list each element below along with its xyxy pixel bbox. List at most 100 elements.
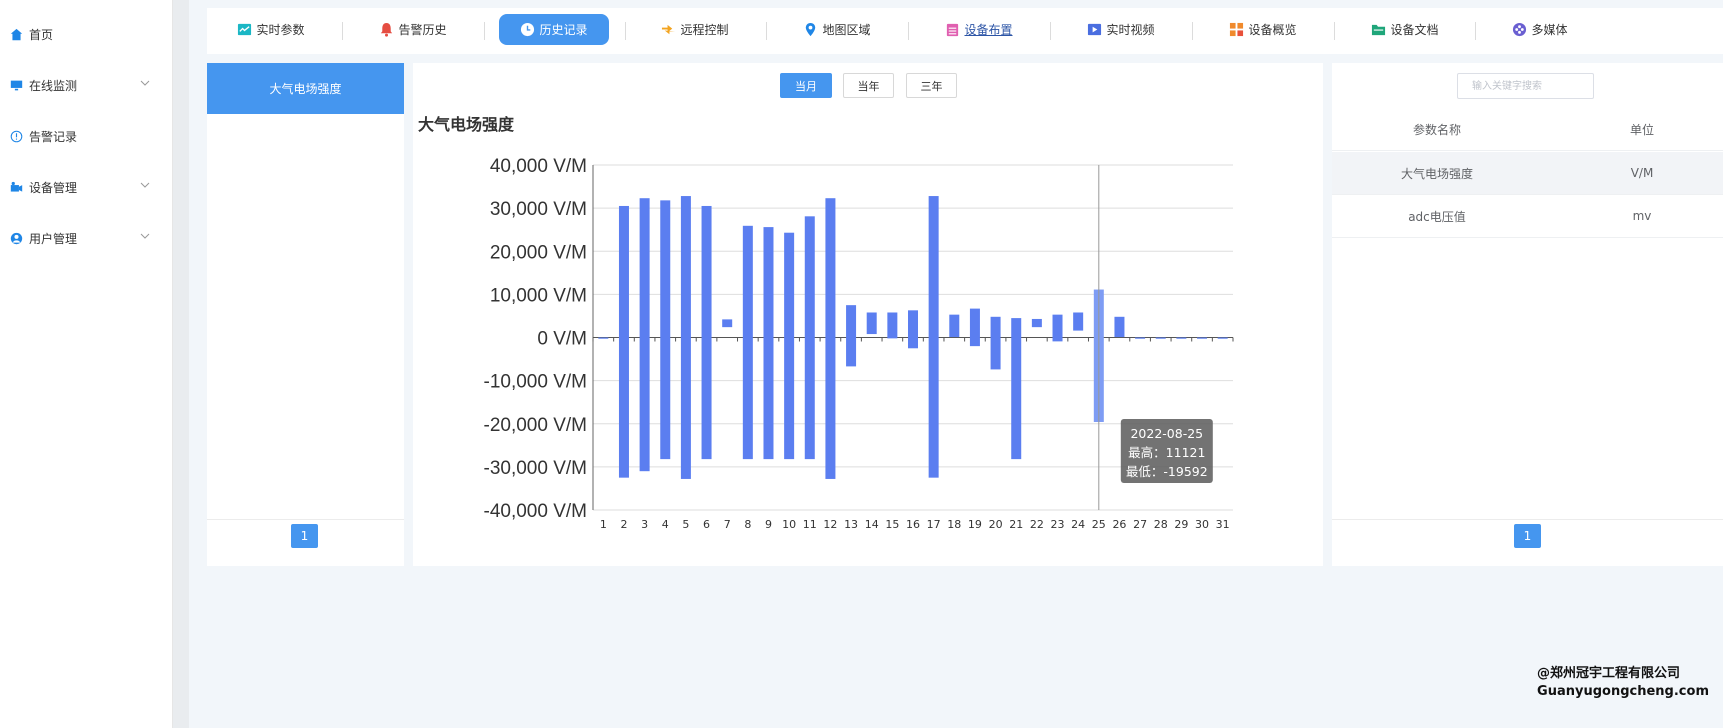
chart-bar (949, 314, 960, 338)
x-tick-label: 5 (682, 518, 689, 531)
x-tick-label: 11 (803, 518, 817, 531)
x-tick-label: 10 (782, 518, 796, 531)
list-item[interactable]: 大气电场强度 (207, 63, 404, 114)
sidebar-item-device-management[interactable]: 设备管理 (0, 162, 172, 213)
sidebar: 首页 在线监测 告警记录 设备管理 用户管理 (0, 0, 173, 728)
column-header-unit: 单位 (1629, 122, 1654, 137)
chart-bar (763, 227, 774, 460)
tab-divider (484, 22, 485, 40)
grid-icon (1230, 22, 1244, 37)
table-header: 参数名称 单位 (1332, 108, 1723, 151)
realtime-params-icon (238, 23, 252, 36)
x-tick-label: 12 (823, 518, 837, 531)
tooltip-date: 2022-08-25 (1130, 426, 1203, 441)
x-tick-label: 30 (1195, 518, 1209, 531)
tab-divider (1192, 22, 1193, 40)
table-row[interactable]: 大气电场强度 V/M (1332, 152, 1723, 195)
tab-realtime-video[interactable]: 实时视频 (1075, 14, 1167, 45)
x-tick-label: 6 (703, 518, 710, 531)
folder-icon (1372, 24, 1386, 36)
tab-label: 多媒体 (1531, 23, 1568, 37)
search-input[interactable] (1457, 73, 1594, 99)
tab-device-docs[interactable]: 设备文档 (1359, 14, 1451, 45)
tab-history-records[interactable]: 历史记录 (499, 14, 609, 45)
bar-chart[interactable]: 40,000 V/M 30,000 V/M 20,000 V/M 10,000 V/M… (413, 63, 1323, 566)
tab-remote-control[interactable]: 远程控制 (649, 14, 741, 45)
clock-icon (521, 22, 535, 37)
tab-device-layout[interactable]: 设备布置 (933, 14, 1025, 45)
chart-bar (1114, 316, 1125, 338)
table-cell-name: 大气电场强度 (1400, 166, 1473, 181)
x-tick-label: 27 (1133, 518, 1147, 531)
y-tick-label: 10,000 V/M (490, 285, 587, 306)
tab-label: 告警历史 (398, 23, 447, 37)
chart-bar (1031, 318, 1042, 328)
x-tick-label: 16 (906, 518, 920, 531)
function-toolbar: 实时参数 告警历史 历史记录 远程控制 地图区域 设备布置 实时视频 设备概览 … (207, 8, 1723, 54)
chevron-down-icon (140, 182, 150, 188)
chart-bar (887, 312, 898, 339)
y-tick-label: 20,000 V/M (490, 242, 587, 263)
user-icon (10, 232, 23, 245)
table-row[interactable]: adc电压值 mv (1332, 195, 1723, 238)
remote-control-icon (662, 24, 676, 35)
chart-bar (722, 319, 733, 328)
tab-alarm-history[interactable]: 告警历史 (367, 14, 459, 45)
chart-bar (804, 216, 815, 460)
sidebar-item-label: 用户管理 (29, 232, 78, 246)
x-tick-label: 8 (744, 518, 751, 531)
x-tick-label: 22 (1030, 518, 1044, 531)
x-tick-label: 1 (600, 518, 607, 531)
tooltip-min: 最低：-19592 (1126, 464, 1208, 479)
chart-bar (701, 205, 712, 460)
tab-multimedia[interactable]: 多媒体 (1501, 14, 1579, 45)
pager-divider (1332, 519, 1723, 520)
chart-bar (660, 200, 671, 460)
tooltip-max: 最高：11121 (1128, 445, 1205, 460)
tab-divider (1050, 22, 1051, 40)
chart-bar (1155, 337, 1166, 339)
x-tick-label: 31 (1216, 518, 1230, 531)
chart-bar (1073, 312, 1084, 331)
tab-label: 实时参数 (256, 23, 305, 37)
tab-label: 远程控制 (680, 23, 729, 37)
sidebar-scroll-gutter (173, 0, 189, 728)
watermark-company: @郑州冠宇工程有限公司 (1537, 666, 1681, 681)
chart-bar (784, 232, 795, 460)
x-tick-label: 14 (865, 518, 879, 531)
sidebar-item-home[interactable]: 首页 (0, 9, 172, 60)
info-circle-icon (10, 130, 23, 143)
tab-divider (1475, 22, 1476, 40)
pager-divider (207, 519, 404, 520)
x-tick-label: 25 (1092, 518, 1106, 531)
tab-divider (1334, 22, 1335, 40)
tab-realtime-params[interactable]: 实时参数 (225, 14, 317, 45)
chevron-down-icon (140, 233, 150, 239)
tab-label: 设备布置 (964, 23, 1013, 37)
tab-device-overview[interactable]: 设备概览 (1217, 14, 1309, 45)
x-tick-label: 3 (641, 518, 648, 531)
chart-bar (969, 308, 980, 347)
tab-divider (342, 22, 343, 40)
chart-bar (846, 305, 857, 367)
sidebar-item-online-monitoring[interactable]: 在线监测 (0, 60, 172, 111)
table-cell-name: adc电压值 (1408, 209, 1466, 224)
sidebar-item-user-management[interactable]: 用户管理 (0, 213, 172, 264)
chart-bar (908, 310, 918, 349)
y-tick-label: -40,000 V/M (484, 501, 588, 522)
y-tick-label: 40,000 V/M (490, 156, 587, 177)
company-watermark: @郑州冠宇工程有限公司 Guanyugongcheng.com (1537, 665, 1709, 701)
sidebar-item-alarm-records[interactable]: 告警记录 (0, 111, 172, 162)
parameter-table-panel: 参数名称 单位 大气电场强度 V/M adc电压值 mv 1 (1332, 63, 1723, 566)
sidebar-item-label: 设备管理 (29, 181, 78, 195)
x-tick-label: 19 (968, 518, 982, 531)
x-tick-label: 24 (1071, 518, 1085, 531)
tab-label: 设备文档 (1390, 23, 1439, 37)
x-tick-label: 17 (927, 518, 941, 531)
x-tick-label: 29 (1174, 518, 1188, 531)
x-tick-label: 4 (662, 518, 669, 531)
page-button[interactable]: 1 (291, 524, 318, 548)
tab-map-area[interactable]: 地图区域 (791, 14, 883, 45)
page-button[interactable]: 1 (1514, 524, 1541, 548)
x-tick-label: 9 (765, 518, 772, 531)
